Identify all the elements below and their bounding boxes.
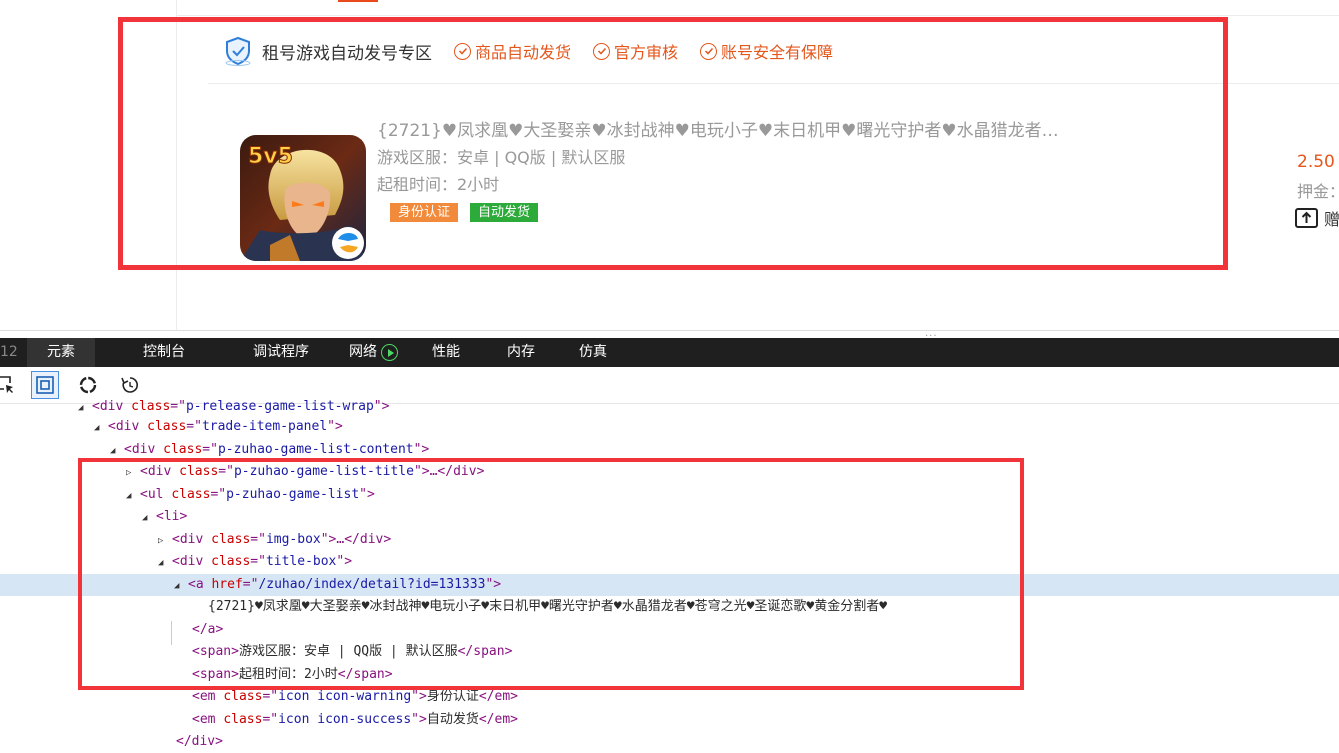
devtools-splitter[interactable] (0, 330, 1339, 338)
top-divider (176, 15, 1339, 16)
highlight-box-dom (78, 458, 1024, 690)
circle-target-icon (79, 376, 97, 394)
page-content: 租号游戏自动发号专区 商品自动发货 官方审核 账号安全有保障 5v5 {2721… (0, 0, 1339, 330)
tab-debugger[interactable]: 调试程序 (233, 338, 329, 367)
share-button[interactable]: 赠 (1294, 206, 1339, 230)
item-price: 2.50 (1297, 152, 1335, 172)
tab-elements[interactable]: 元素 (27, 338, 95, 367)
devtools-tab-bar: 12 元素 控制台 调试程序 网络 性能 内存 仿真 (0, 338, 1339, 367)
refresh-button[interactable] (116, 371, 144, 399)
refresh-icon (121, 377, 138, 393)
tab-network[interactable]: 网络 (329, 338, 412, 367)
tab-f12[interactable]: 12 (0, 338, 27, 367)
dom-node[interactable]: ◢ <div class="p-release-game-list-wrap"> (78, 396, 389, 418)
tab-console[interactable]: 控制台 (123, 338, 205, 367)
active-tab-underline (338, 0, 378, 2)
dom-node[interactable]: ◢ <div class="trade-item-panel"> (0, 416, 1339, 438)
tab-gap (95, 338, 123, 367)
tab-emulation[interactable]: 仿真 (559, 338, 627, 367)
play-icon (381, 344, 398, 361)
select-element-button[interactable] (0, 371, 20, 399)
tab-network-label: 网络 (349, 344, 377, 360)
cursor-select-icon (0, 376, 13, 393)
expanded-triangle-icon: ◢ (94, 423, 100, 433)
dom-node[interactable]: <em class="icon icon-success">自动发货</em> (0, 709, 1339, 731)
share-label: 赠 (1324, 210, 1339, 229)
tab-memory[interactable]: 内存 (487, 338, 555, 367)
dom-node[interactable]: </div> (0, 731, 1339, 753)
item-deposit: 押金： (1297, 182, 1339, 201)
highlight-element-button[interactable] (31, 371, 59, 399)
tab-performance[interactable]: 性能 (412, 338, 480, 367)
tab-gap (205, 338, 233, 367)
highlight-box-item (118, 17, 1228, 270)
color-picker-button[interactable] (74, 371, 102, 399)
box-select-icon (36, 376, 54, 394)
share-icon (1295, 208, 1318, 228)
